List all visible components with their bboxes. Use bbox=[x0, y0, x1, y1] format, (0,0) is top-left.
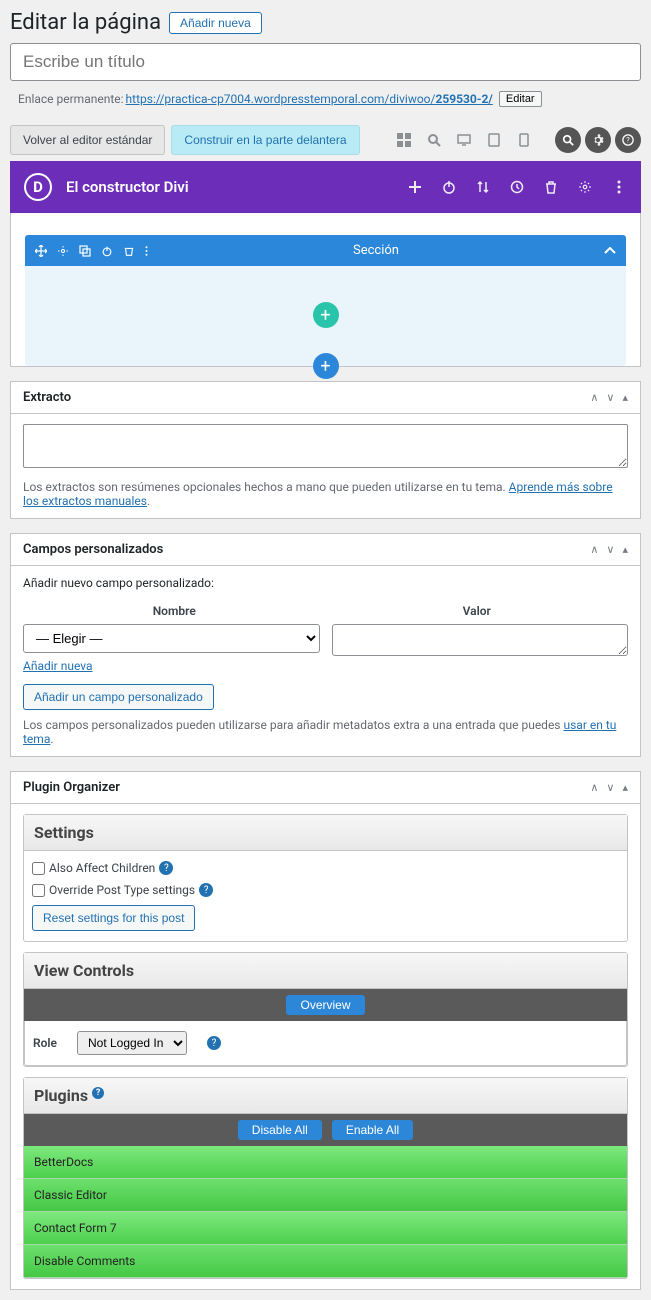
tablet-icon[interactable] bbox=[481, 127, 507, 153]
role-select[interactable]: Not Logged In bbox=[77, 1031, 187, 1055]
plugin-organizer-metabox: Plugin Organizer ∧ ∨ ▴ Settings Also Aff… bbox=[10, 771, 641, 1290]
add-new-button[interactable]: Añadir nueva bbox=[169, 12, 262, 34]
svg-text:?: ? bbox=[626, 136, 630, 145]
overview-button[interactable]: Overview bbox=[286, 995, 364, 1015]
divi-trash-icon[interactable] bbox=[543, 179, 559, 195]
add-custom-field-label: Añadir nuevo campo personalizado: bbox=[23, 576, 628, 590]
metabox-down-icon[interactable]: ∨ bbox=[606, 391, 614, 404]
divi-builder-bar: D El constructor Divi bbox=[10, 161, 641, 213]
post-title-input[interactable] bbox=[10, 43, 641, 81]
metabox-toggle-icon[interactable]: ▴ bbox=[622, 781, 628, 794]
metabox-toggle-icon[interactable]: ▴ bbox=[622, 543, 628, 556]
override-post-type-label: Override Post Type settings bbox=[49, 883, 195, 897]
divi-arrows-icon[interactable] bbox=[475, 179, 491, 195]
metabox-toggle-icon[interactable]: ▴ bbox=[622, 391, 628, 404]
cf-column-name: Nombre bbox=[23, 598, 326, 624]
divi-builder-title: El constructor Divi bbox=[66, 178, 189, 196]
gear-icon[interactable] bbox=[585, 127, 611, 153]
override-post-type-checkbox[interactable] bbox=[32, 884, 45, 897]
divi-clock-icon[interactable] bbox=[509, 179, 525, 195]
zoom-icon[interactable] bbox=[421, 127, 447, 153]
plugin-row[interactable]: BetterDocs bbox=[24, 1146, 627, 1179]
divi-add-icon[interactable] bbox=[407, 179, 423, 195]
build-on-frontend-button[interactable]: Construir en la parte delantera bbox=[171, 125, 359, 155]
plugin-row[interactable]: Disable Comments bbox=[24, 1245, 627, 1278]
divi-logo-icon: D bbox=[24, 173, 52, 201]
po-view-controls-section: View Controls Overview Role Not Logged I… bbox=[23, 952, 628, 1067]
section-body: + + bbox=[25, 266, 626, 366]
desktop-icon[interactable] bbox=[451, 127, 477, 153]
help-icon[interactable]: ? bbox=[159, 861, 173, 875]
cf-column-value: Valor bbox=[326, 598, 629, 624]
po-plugins-heading: Plugins ? bbox=[24, 1078, 627, 1114]
phone-icon[interactable] bbox=[511, 127, 537, 153]
section-move-icon[interactable] bbox=[35, 245, 47, 257]
metabox-up-icon[interactable]: ∧ bbox=[590, 543, 598, 556]
plugin-organizer-header[interactable]: Plugin Organizer ∧ ∨ ▴ bbox=[11, 772, 640, 804]
add-row-button[interactable]: + bbox=[313, 302, 339, 328]
excerpt-metabox: Extracto ∧ ∨ ▴ Los extractos son resúmen… bbox=[10, 381, 641, 519]
plugin-list: BetterDocsClassic EditorContact Form 7Di… bbox=[24, 1146, 627, 1278]
grid-icon[interactable] bbox=[391, 127, 417, 153]
po-plugins-section: Plugins ? Disable All Enable All BetterD… bbox=[23, 1077, 628, 1279]
custom-fields-title: Campos personalizados bbox=[23, 542, 163, 557]
disable-all-button[interactable]: Disable All bbox=[238, 1120, 322, 1140]
section-gear-icon[interactable] bbox=[57, 245, 69, 257]
help-icon[interactable]: ? bbox=[92, 1087, 104, 1099]
excerpt-header[interactable]: Extracto ∧ ∨ ▴ bbox=[11, 382, 640, 414]
po-view-controls-heading: View Controls bbox=[24, 953, 627, 989]
cf-value-textarea[interactable] bbox=[332, 624, 629, 656]
excerpt-textarea[interactable] bbox=[23, 424, 628, 468]
po-settings-section: Settings Also Affect Children ? Override… bbox=[23, 814, 628, 942]
cf-add-button[interactable]: Añadir un campo personalizado bbox=[23, 684, 214, 710]
help-icon[interactable]: ? bbox=[615, 127, 641, 153]
divi-power-icon[interactable] bbox=[441, 179, 457, 195]
divi-gear-icon[interactable] bbox=[577, 179, 593, 195]
page-heading: Editar la página bbox=[10, 10, 161, 35]
permalink-label: Enlace permanente: bbox=[18, 92, 124, 106]
reset-settings-button[interactable]: Reset settings for this post bbox=[32, 905, 195, 931]
enable-all-button[interactable]: Enable All bbox=[332, 1120, 413, 1140]
help-icon[interactable]: ? bbox=[199, 883, 213, 897]
cf-name-select[interactable]: — Elegir — bbox=[23, 624, 320, 653]
plugin-organizer-title: Plugin Organizer bbox=[23, 780, 120, 795]
metabox-up-icon[interactable]: ∧ bbox=[590, 391, 598, 404]
add-section-button[interactable]: + bbox=[313, 353, 339, 379]
section-collapse-icon[interactable] bbox=[604, 247, 616, 255]
divi-canvas: Sección + + bbox=[10, 213, 641, 367]
help-icon[interactable]: ? bbox=[207, 1036, 221, 1050]
metabox-down-icon[interactable]: ∨ bbox=[606, 781, 614, 794]
permalink-edit-button[interactable]: Editar bbox=[499, 91, 542, 107]
plugin-row[interactable]: Contact Form 7 bbox=[24, 1212, 627, 1245]
metabox-down-icon[interactable]: ∨ bbox=[606, 543, 614, 556]
search-icon[interactable] bbox=[555, 127, 581, 153]
custom-fields-header[interactable]: Campos personalizados ∧ ∨ ▴ bbox=[11, 534, 640, 566]
plugin-row[interactable]: Classic Editor bbox=[24, 1179, 627, 1212]
permalink-url[interactable]: https://practica-cp7004.wordpresstempora… bbox=[126, 92, 493, 106]
excerpt-help-text: Los extractos son resúmenes opcionales h… bbox=[23, 480, 628, 508]
po-settings-heading: Settings bbox=[24, 815, 627, 851]
metabox-up-icon[interactable]: ∧ bbox=[590, 781, 598, 794]
cf-help-text: Los campos personalizados pueden utiliza… bbox=[23, 718, 628, 746]
section-duplicate-icon[interactable] bbox=[79, 245, 91, 257]
also-affect-children-checkbox[interactable] bbox=[32, 862, 45, 875]
excerpt-title: Extracto bbox=[23, 390, 71, 405]
also-affect-children-label: Also Affect Children bbox=[49, 861, 155, 875]
section-label: Sección bbox=[148, 243, 604, 258]
role-label: Role bbox=[33, 1036, 57, 1050]
cf-add-new-link[interactable]: Añadir nueva bbox=[23, 659, 93, 673]
section-header-bar: Sección bbox=[25, 235, 626, 266]
back-to-standard-editor-button[interactable]: Volver al editor estándar bbox=[10, 125, 165, 155]
divi-more-icon[interactable] bbox=[611, 179, 627, 195]
permalink-row: Enlace permanente: https://practica-cp70… bbox=[10, 87, 641, 111]
section-power-icon[interactable] bbox=[101, 245, 113, 257]
custom-fields-metabox: Campos personalizados ∧ ∨ ▴ Añadir nuevo… bbox=[10, 533, 641, 757]
section-trash-icon[interactable] bbox=[123, 245, 135, 257]
